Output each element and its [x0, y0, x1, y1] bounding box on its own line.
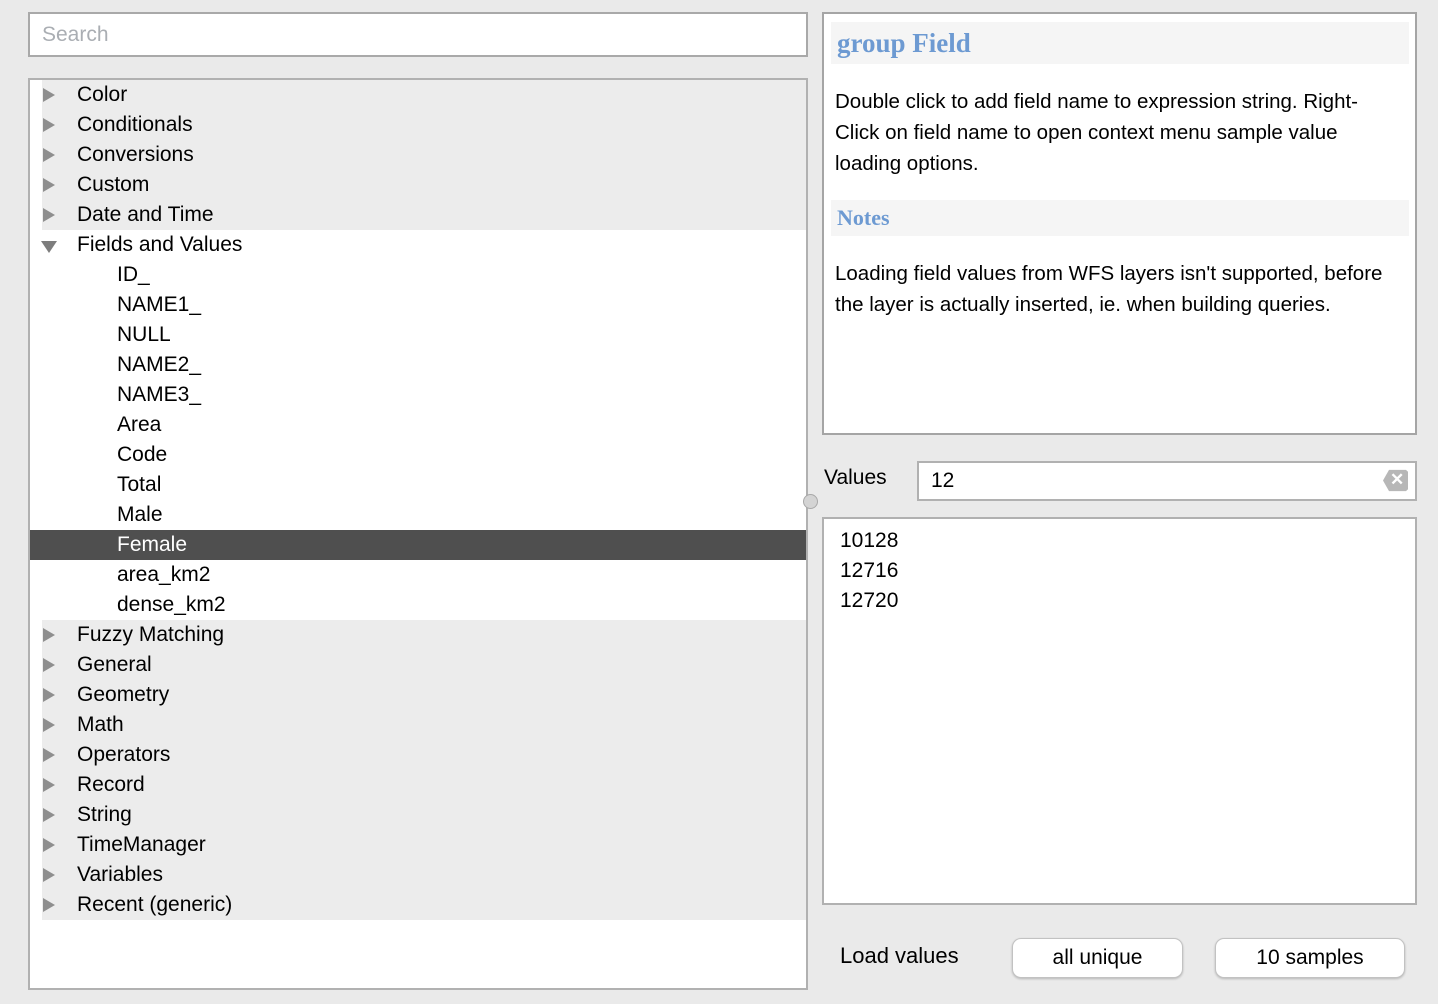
- tree-item-recent-generic[interactable]: Recent (generic): [30, 890, 806, 920]
- clear-x-glyph: ✕: [1390, 468, 1404, 491]
- tree-item-string[interactable]: String: [30, 800, 806, 830]
- collapsed-arrow-icon[interactable]: [43, 778, 55, 792]
- tree-item-label: Female: [30, 530, 187, 560]
- values-filter-input[interactable]: [917, 461, 1417, 501]
- value-item[interactable]: 10128: [824, 526, 1415, 556]
- tree-item-geometry[interactable]: Geometry: [30, 680, 806, 710]
- tree-item-field-name1[interactable]: NAME1_: [30, 290, 806, 320]
- tree-item-label: Code: [30, 440, 167, 470]
- tree-item-label: NAME3_: [30, 380, 201, 410]
- tree-item-label: NULL: [30, 320, 171, 350]
- splitter-handle-icon[interactable]: [803, 494, 818, 509]
- tree-item-field-null[interactable]: NULL: [30, 320, 806, 350]
- tree-item-field-dense-km2[interactable]: dense_km2: [30, 590, 806, 620]
- tree-item-date-and-time[interactable]: Date and Time: [30, 200, 806, 230]
- tree-item-label: Fields and Values: [30, 230, 242, 260]
- collapsed-arrow-icon[interactable]: [43, 628, 55, 642]
- tree-item-field-female[interactable]: Female: [30, 530, 806, 560]
- all-unique-button[interactable]: all unique: [1012, 938, 1183, 978]
- search-input[interactable]: [28, 12, 808, 57]
- tree-item-operators[interactable]: Operators: [30, 740, 806, 770]
- collapsed-arrow-icon[interactable]: [43, 178, 55, 192]
- tree-item-label: ID_: [30, 260, 150, 290]
- notes-body: Loading field values from WFS layers isn…: [835, 258, 1401, 320]
- tree-item-label: Date and Time: [30, 200, 214, 230]
- values-list[interactable]: 10128 12716 12720: [822, 517, 1417, 905]
- expanded-arrow-icon[interactable]: [41, 241, 57, 253]
- tree-item-label: Fuzzy Matching: [30, 620, 224, 650]
- tree-item-color[interactable]: Color: [30, 80, 806, 110]
- collapsed-arrow-icon[interactable]: [43, 868, 55, 882]
- collapsed-arrow-icon[interactable]: [43, 118, 55, 132]
- tree-item-label: dense_km2: [30, 590, 226, 620]
- tree-item-fields-and-values[interactable]: Fields and Values: [30, 230, 806, 260]
- tree-item-field-area[interactable]: Area: [30, 410, 806, 440]
- collapsed-arrow-icon[interactable]: [43, 148, 55, 162]
- function-tree[interactable]: Color Conditionals Conversions Custom Da…: [28, 78, 808, 990]
- tree-item-general[interactable]: General: [30, 650, 806, 680]
- notes-title: Notes: [831, 200, 1409, 236]
- collapsed-arrow-icon[interactable]: [43, 658, 55, 672]
- tree-item-label: Male: [30, 500, 163, 530]
- tree-item-variables[interactable]: Variables: [30, 860, 806, 890]
- tree-item-label: NAME1_: [30, 290, 201, 320]
- collapsed-arrow-icon[interactable]: [43, 748, 55, 762]
- tree-item-math[interactable]: Math: [30, 710, 806, 740]
- tree-item-label: Recent (generic): [30, 890, 232, 920]
- tree-item-label: Area: [30, 410, 161, 440]
- help-title: group Field: [831, 22, 1409, 64]
- tree-item-fuzzy-matching[interactable]: Fuzzy Matching: [30, 620, 806, 650]
- collapsed-arrow-icon[interactable]: [43, 718, 55, 732]
- tree-item-label: area_km2: [30, 560, 210, 590]
- value-item[interactable]: 12716: [824, 556, 1415, 586]
- collapsed-arrow-icon[interactable]: [43, 808, 55, 822]
- tree-item-field-name3[interactable]: NAME3_: [30, 380, 806, 410]
- collapsed-arrow-icon[interactable]: [43, 88, 55, 102]
- tree-item-timemanager[interactable]: TimeManager: [30, 830, 806, 860]
- tree-item-custom[interactable]: Custom: [30, 170, 806, 200]
- collapsed-arrow-icon[interactable]: [43, 898, 55, 912]
- collapsed-arrow-icon[interactable]: [43, 838, 55, 852]
- help-body: Double click to add field name to expres…: [835, 86, 1401, 179]
- load-values-label: Load values: [840, 943, 959, 969]
- collapsed-arrow-icon[interactable]: [43, 208, 55, 222]
- ten-samples-button[interactable]: 10 samples: [1215, 938, 1405, 978]
- value-item[interactable]: 12720: [824, 586, 1415, 616]
- tree-item-field-total[interactable]: Total: [30, 470, 806, 500]
- tree-item-field-name2[interactable]: NAME2_: [30, 350, 806, 380]
- tree-item-label: NAME2_: [30, 350, 201, 380]
- tree-item-field-area-km2[interactable]: area_km2: [30, 560, 806, 590]
- collapsed-arrow-icon[interactable]: [43, 688, 55, 702]
- tree-item-conditionals[interactable]: Conditionals: [30, 110, 806, 140]
- tree-item-record[interactable]: Record: [30, 770, 806, 800]
- tree-item-label: TimeManager: [30, 830, 206, 860]
- values-label: Values: [824, 466, 887, 490]
- tree-item-conversions[interactable]: Conversions: [30, 140, 806, 170]
- tree-item-label: Total: [30, 470, 161, 500]
- tree-item-field-id[interactable]: ID_: [30, 260, 806, 290]
- help-panel: group Field Double click to add field na…: [822, 12, 1417, 435]
- tree-item-field-code[interactable]: Code: [30, 440, 806, 470]
- tree-item-field-male[interactable]: Male: [30, 500, 806, 530]
